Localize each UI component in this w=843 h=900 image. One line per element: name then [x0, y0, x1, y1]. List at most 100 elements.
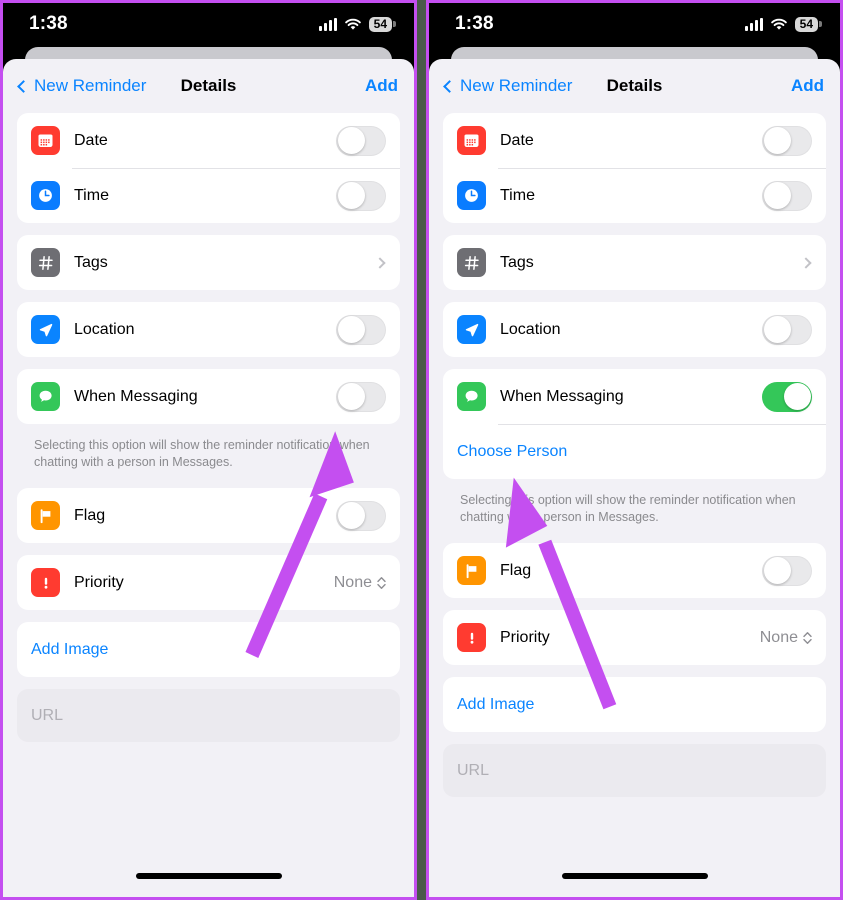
flag-toggle[interactable] — [336, 500, 386, 531]
priority-value[interactable]: None — [334, 574, 386, 592]
row-location[interactable]: Location — [17, 302, 400, 357]
toggle-knob — [337, 316, 365, 343]
toggle-knob — [337, 502, 365, 529]
location-group: Location — [17, 302, 400, 357]
priority-value[interactable]: None — [760, 629, 812, 647]
flag-icon — [457, 556, 486, 585]
details-content: Date Time — [429, 113, 840, 797]
message-bubble-icon — [31, 382, 60, 411]
chevron-right-icon — [374, 256, 386, 269]
location-toggle[interactable] — [762, 314, 812, 345]
add-button[interactable]: Add — [791, 76, 824, 96]
status-bar: 1:38 54 — [3, 3, 414, 45]
navigation-bar: New Reminder Details Add — [3, 59, 414, 113]
time-toggle[interactable] — [762, 180, 812, 211]
clock-icon — [31, 181, 60, 210]
calendar-icon — [31, 126, 60, 155]
up-down-chevron-icon — [803, 631, 812, 645]
status-clock: 1:38 — [29, 13, 68, 34]
row-tags[interactable]: Tags — [17, 235, 400, 290]
flag-toggle[interactable] — [762, 555, 812, 586]
battery-level-label: 54 — [368, 16, 392, 32]
row-priority[interactable]: Priority None — [17, 555, 400, 610]
row-choose-person[interactable]: Choose Person — [443, 424, 826, 479]
priority-group: Priority None — [17, 555, 400, 610]
toggle-knob — [783, 383, 811, 410]
date-toggle[interactable] — [336, 125, 386, 156]
row-location[interactable]: Location — [443, 302, 826, 357]
time-toggle[interactable] — [336, 180, 386, 211]
row-time[interactable]: Time — [443, 168, 826, 223]
choose-person-label: Choose Person — [457, 442, 568, 460]
priority-group: Priority None — [443, 610, 826, 665]
row-location-label: Location — [74, 320, 135, 338]
chevron-right-icon — [800, 256, 812, 269]
add-button[interactable]: Add — [365, 76, 398, 96]
details-sheet: New Reminder Details Add Date Time Tags … — [3, 59, 414, 897]
hashtag-icon — [457, 248, 486, 277]
when-messaging-footnote: Selecting this option will show the remi… — [460, 493, 796, 524]
row-add-image[interactable]: Add Image — [443, 677, 826, 732]
navigation-arrow-icon — [457, 315, 486, 344]
calendar-icon — [457, 126, 486, 155]
wifi-icon — [770, 18, 788, 31]
toggle-knob — [337, 127, 365, 154]
date-toggle[interactable] — [762, 125, 812, 156]
flag-group: Flag — [443, 543, 826, 598]
row-when-messaging[interactable]: When Messaging — [17, 369, 400, 424]
home-indicator — [561, 873, 708, 879]
row-flag[interactable]: Flag — [17, 488, 400, 543]
priority-value-label: None — [759, 628, 798, 646]
row-priority[interactable]: Priority None — [443, 610, 826, 665]
back-button[interactable]: New Reminder — [443, 76, 572, 96]
left-phone-panel: 1:38 54 New Reminder Details Add Date Ti… — [0, 0, 417, 900]
clock-icon — [457, 181, 486, 210]
row-priority-label: Priority — [74, 573, 124, 591]
date-time-group: Date Time — [443, 113, 826, 223]
row-time-label: Time — [500, 186, 535, 204]
toggle-knob — [337, 383, 365, 410]
when-messaging-footnote: Selecting this option will show the remi… — [34, 438, 370, 469]
back-button[interactable]: New Reminder — [17, 76, 147, 96]
row-when-messaging[interactable]: When Messaging — [443, 369, 826, 424]
when-messaging-group: When Messaging — [17, 369, 400, 424]
url-placeholder: URL — [31, 706, 64, 724]
add-image-group: Add Image — [443, 677, 826, 732]
row-time[interactable]: Time — [17, 168, 400, 223]
chevron-left-icon — [443, 79, 456, 93]
row-flag[interactable]: Flag — [443, 543, 826, 598]
navigation-arrow-icon — [31, 315, 60, 344]
row-time-label: Time — [74, 186, 109, 204]
battery-icon: 54 — [368, 16, 392, 32]
row-date-label: Date — [74, 131, 108, 149]
flag-icon — [31, 501, 60, 530]
when-messaging-toggle[interactable] — [762, 381, 812, 412]
details-sheet: New Reminder Details Add Date Time Tags … — [429, 59, 840, 897]
url-input[interactable]: URL — [17, 689, 400, 742]
location-toggle[interactable] — [336, 314, 386, 345]
row-add-image[interactable]: Add Image — [17, 622, 400, 677]
message-bubble-icon — [457, 382, 486, 411]
row-date[interactable]: Date — [17, 113, 400, 168]
right-phone-panel: 1:38 54 New Reminder Details Add Date Ti… — [426, 0, 843, 900]
toggle-knob — [763, 182, 791, 209]
row-when-messaging-label: When Messaging — [500, 387, 624, 405]
when-messaging-group: When Messaging Choose Person — [443, 369, 826, 479]
row-tags[interactable]: Tags — [443, 235, 826, 290]
chevron-left-icon — [17, 79, 30, 93]
url-placeholder: URL — [457, 761, 490, 779]
when-messaging-toggle[interactable] — [336, 381, 386, 412]
toggle-knob — [763, 127, 791, 154]
battery-level-label: 54 — [794, 16, 818, 32]
row-location-label: Location — [500, 320, 561, 338]
toggle-knob — [763, 557, 791, 584]
row-when-messaging-label: When Messaging — [74, 387, 198, 405]
back-button-label: New Reminder — [34, 76, 147, 95]
row-tags-label: Tags — [500, 253, 534, 271]
tags-group: Tags — [443, 235, 826, 290]
url-input[interactable]: URL — [443, 744, 826, 797]
add-image-group: Add Image — [17, 622, 400, 677]
up-down-chevron-icon — [377, 576, 386, 590]
row-date[interactable]: Date — [443, 113, 826, 168]
exclamation-icon — [457, 623, 486, 652]
